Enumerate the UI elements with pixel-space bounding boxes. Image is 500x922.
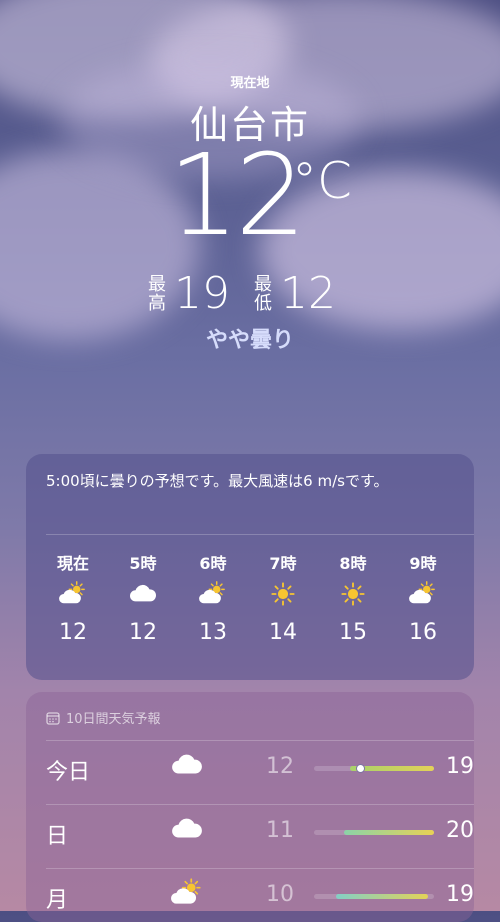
degree-unit: °C <box>292 152 352 210</box>
hourly-list[interactable]: 現在 125時 126時 137時 148時 159時 161 <box>38 550 474 645</box>
low-temp: 12 <box>280 268 336 319</box>
hourly-item: 5時 12 <box>108 550 178 645</box>
hourly-item: 9時 16 <box>388 550 458 645</box>
hour-label: 9時 <box>409 554 437 573</box>
hour-label: 6時 <box>199 554 227 573</box>
hour-label: 5時 <box>129 554 157 573</box>
sun-icon <box>271 582 295 606</box>
high-temp: 19 <box>446 882 474 907</box>
high-label: 最高 <box>148 273 166 314</box>
hour-temp: 12 <box>59 620 87 645</box>
ten-day-forecast-card[interactable]: 10日間天気予報 今日 12 19 日 11 20 月 10 19 <box>26 692 474 922</box>
daily-row[interactable]: 日 11 20 <box>46 804 474 868</box>
cloud-icon <box>130 584 157 602</box>
temp-range-fill <box>335 894 428 899</box>
partly-sunny-icon <box>59 581 85 604</box>
hourly-item: 7時 14 <box>248 550 318 645</box>
sun-icon <box>341 582 365 606</box>
low-label: 最低 <box>254 273 272 314</box>
forecast-title: 10日間天気予報 <box>46 708 161 727</box>
hour-temp: 16 <box>409 620 437 645</box>
hour-label: 8時 <box>339 554 367 573</box>
condition-text: やや曇り <box>205 328 294 353</box>
current-location-label: 現在地 <box>230 76 270 91</box>
high-temp: 19 <box>446 754 474 779</box>
temp-range-bar <box>314 894 434 899</box>
high-low: 最高 19 最低 12 <box>0 268 500 319</box>
partly-sunny-icon <box>199 581 225 604</box>
current-temp-dot <box>355 764 365 773</box>
hour-temp: 15 <box>339 620 367 645</box>
cloud-icon <box>172 818 202 838</box>
hourly-forecast-card[interactable]: 5:00頃に曇りの予想です。最大風速は6 m/sです。 現在 12 5時 12 6時… <box>26 454 474 680</box>
temp-range-bar <box>314 764 434 773</box>
hour-temp: 12 <box>129 620 157 645</box>
partly-sunny-icon <box>171 878 201 904</box>
hourly-item: 8時 15 <box>318 550 388 645</box>
hour-temp: 13 <box>199 620 227 645</box>
hourly-item: 現在 12 <box>38 550 108 645</box>
calendar-icon <box>46 711 60 725</box>
hour-label: 1 <box>458 550 474 574</box>
partly-sunny-icon <box>409 581 435 604</box>
forecast-summary: 5:00頃に曇りの予想です。最大風速は6 m/sです。 <box>46 472 389 490</box>
low-temp: 10 <box>266 882 294 907</box>
day-label: 今日 <box>46 760 91 785</box>
day-label: 日 <box>46 824 69 849</box>
forecast-title-text: 10日間天気予報 <box>66 712 161 727</box>
divider <box>46 534 474 535</box>
hour-temp: 14 <box>269 620 297 645</box>
temp-range-bar <box>314 830 434 835</box>
high-temp: 20 <box>446 818 474 843</box>
hour-label: 7時 <box>269 554 297 573</box>
day-label: 月 <box>46 888 69 913</box>
low-temp: 11 <box>266 818 294 843</box>
low-temp: 12 <box>266 754 294 779</box>
high-temp: 19 <box>174 268 230 319</box>
current-temperature: 12 <box>168 131 307 261</box>
cloud-icon <box>172 754 202 774</box>
daily-row[interactable]: 今日 12 19 <box>46 740 474 804</box>
hourly-item: 1 <box>458 550 474 645</box>
daily-row[interactable]: 月 10 19 <box>46 868 474 922</box>
hour-label: 現在 <box>56 554 89 573</box>
hourly-item: 6時 13 <box>178 550 248 645</box>
temp-range-fill <box>344 830 434 835</box>
